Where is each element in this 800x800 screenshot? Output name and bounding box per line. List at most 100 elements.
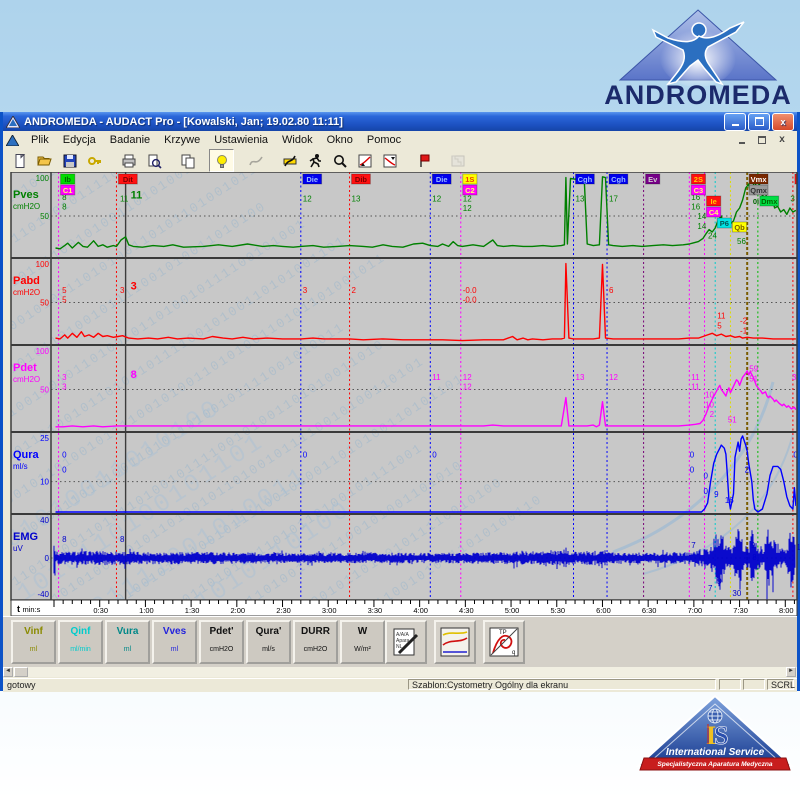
menu-item-plik[interactable]: Plik [24,132,56,148]
open-folder-icon [37,153,53,169]
menu-item-okno[interactable]: Okno [320,132,360,148]
is-ribbon: Specjalistyczna Aparatura Medyczna [640,758,790,770]
new-document-button[interactable] [7,149,32,172]
print-button[interactable] [116,149,141,172]
channel-button-vves[interactable]: Vvesml [152,620,197,664]
event-badge-label: Vmx [751,175,768,184]
scroll-right-arrow[interactable]: ► [786,667,796,677]
print-preview-button[interactable] [141,149,166,172]
page: ANDROMEDA ANDROMEDA - AUDACT Pro - [Kowa… [0,0,800,800]
channel-button-durr[interactable]: DURRcmH2O [293,620,338,664]
menu-item-widok[interactable]: Widok [275,132,320,148]
curve-edit-button[interactable] [352,149,377,172]
curves-overview-button[interactable] [434,620,476,664]
channel-button-vinf[interactable]: Vinfml [11,620,56,664]
channel-button-panel: VinfmlQinfml/minVuramlVvesmlPdet'cmH2OQu… [3,616,797,668]
light-bulb-icon [214,153,230,169]
open-folder-button[interactable] [32,149,57,172]
value-label-emg: 7 [691,541,696,550]
channel-button-vura[interactable]: Vuraml [105,620,150,664]
value-label-pves: 12 [303,195,312,204]
scroll-left-arrow[interactable]: ◄ [3,667,13,677]
channel-label-pdet: Pdet [13,362,37,374]
value-label-pves: 12 [432,195,441,204]
time-tick-label: 2:30 [276,606,291,615]
runner-button[interactable] [302,149,327,172]
value-label-pves: 14 [697,212,706,221]
channel-button-unit: cmH2O [295,646,336,653]
time-axis [11,600,797,616]
chart-area[interactable]: 0101101001011110010100110101001101011010… [3,172,800,616]
scroll-thumb[interactable] [14,667,28,677]
menu-item-badanie[interactable]: Badanie [103,132,157,148]
value-label-qura: 0 [690,465,695,474]
mdi-close-button[interactable]: x [775,134,789,146]
value-label-emg: 8 [62,535,67,544]
flag-button[interactable] [411,149,436,172]
event-badge-label: C4 [709,208,719,217]
time-tick-label: 6:00 [596,606,611,615]
runner-icon [307,153,323,169]
value-label-pdet: 10 [705,400,714,409]
menu-item-pomoc[interactable]: Pomoc [360,132,408,148]
marker-tool-icon [282,153,298,169]
value-label-emg: 9 [717,577,722,586]
status-template-panel: Szablon:Cystometry Ogólny dla ekranu [408,679,716,690]
value-label-pabd: 6 [609,286,614,295]
value-label-pdet: 8 [131,369,137,381]
channel-label-emg: EMG [13,531,38,543]
print-preview-icon [146,153,162,169]
key-button[interactable] [82,149,107,172]
event-badge-label: 1S [465,175,474,184]
channel-button-qura[interactable]: Qura'ml/s [246,620,291,664]
channel-button-qinf[interactable]: Qinfml/min [58,620,103,664]
value-label-qura: 16 [725,496,734,505]
mdi-minimize-button[interactable] [735,134,749,146]
minimize-button[interactable] [724,113,746,131]
close-button[interactable]: x [772,113,794,131]
restore-button[interactable] [748,113,770,131]
channel-unit-pabd: cmH2O [13,288,40,297]
zoom-tool-button[interactable] [327,149,352,172]
value-label-pabd: -1 [740,326,748,335]
mdi-restore-button[interactable] [755,134,769,146]
status-scrl-panel: SCRL [767,679,794,690]
marker-tool-button[interactable] [277,149,302,172]
time-tick-label: 5:30 [550,606,565,615]
save-icon [62,153,78,169]
horizontal-scrollbar[interactable]: ◄ ► [3,667,797,677]
value-label-pdet: 13 [576,373,585,382]
value-label-pves: 14 [697,222,706,231]
channel-button-label: Vinf [13,626,54,637]
value-label-pdet: 11 [691,383,700,392]
copy-button[interactable] [175,149,200,172]
value-label-pdet: 11 [691,373,700,382]
channel-button-pdet[interactable]: Pdet'cmH2O [199,620,244,664]
protocol-notes-button[interactable]: A/A/AAparaNL [385,620,427,664]
event-badge-label: Die [306,175,318,184]
light-bulb-button[interactable] [209,149,234,172]
app-window: ANDROMEDA - AUDACT Pro - [Kowalski, Jan;… [0,112,800,691]
value-label-pdet: 3 [62,373,67,382]
tp-nomogram-button[interactable]: TPq [483,620,525,664]
status-ready-text: gotowy [7,680,36,690]
time-tick-label: 0:30 [93,606,108,615]
channel-button-w[interactable]: WW/m² [340,620,385,664]
value-label-pabd: 11 [717,312,726,321]
scale-mid: 0 [45,554,50,563]
curve-edit-icon [357,153,373,169]
menu-item-ustawienia[interactable]: Ustawienia [207,132,275,148]
curve-edit2-button[interactable] [377,149,402,172]
menu-item-krzywe[interactable]: Krzywe [157,132,207,148]
time-axis-label: t min:s [17,604,41,614]
value-label-pves: 13 [352,195,361,204]
pattern-icon [450,153,466,169]
save-button[interactable] [57,149,82,172]
document-icon [6,135,19,146]
channel-button-label: Qinf [60,626,101,637]
logo-wordmark: ANDROMEDA [604,80,792,110]
time-tick-label: 8:00 [779,606,794,615]
scale-min: -40 [37,590,49,599]
status-scrl-text: SCRL [771,680,795,690]
menu-item-edycja[interactable]: Edycja [56,132,103,148]
